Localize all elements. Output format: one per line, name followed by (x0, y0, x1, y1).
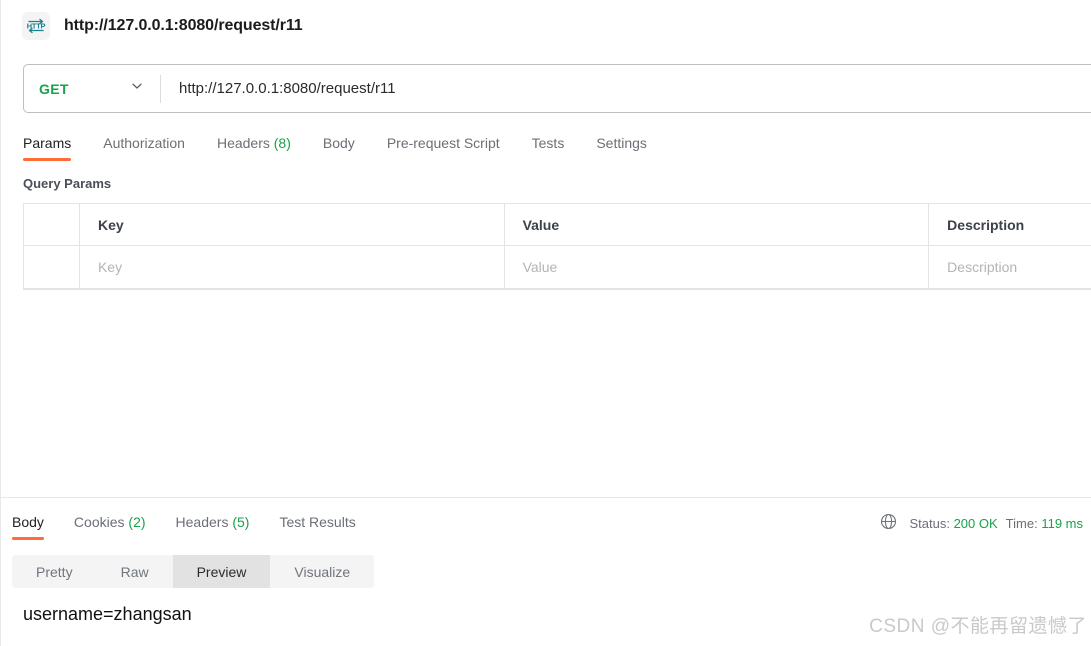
response-tab-test-results-label: Test Results (279, 514, 356, 530)
view-mode-preview[interactable]: Preview (172, 555, 271, 588)
tab-pre-request-script[interactable]: Pre-request Script (387, 129, 500, 161)
status-label: Status: (909, 515, 950, 531)
status-badge[interactable]: Status: 200 OK (909, 516, 997, 531)
response-tab-bar: Body Cookies (2) Headers (5) Test Result… (12, 510, 386, 540)
row-key-input[interactable]: Key (80, 246, 505, 288)
header-cell-value: Value (505, 204, 930, 245)
chevron-down-icon (130, 79, 144, 98)
row-description-input[interactable]: Description (929, 246, 1091, 288)
tab-settings[interactable]: Settings (596, 129, 647, 161)
tab-params[interactable]: Params (23, 129, 72, 161)
query-params-title: Query Params (23, 176, 112, 191)
http-badge-icon: HTTP (22, 12, 50, 40)
view-mode-visualize[interactable]: Visualize (270, 555, 374, 588)
view-mode-pretty[interactable]: Pretty (12, 555, 97, 588)
response-tab-cookies[interactable]: Cookies (2) (74, 510, 146, 540)
row-checkbox[interactable] (24, 246, 80, 288)
globe-icon[interactable] (880, 513, 897, 533)
table-header-row: Key Value Description (24, 204, 1091, 246)
status-value: 200 OK (953, 515, 998, 531)
method-label: GET (39, 80, 69, 97)
table-row[interactable]: Key Value Description (24, 246, 1091, 289)
header-cell-description: Description (947, 216, 1025, 233)
tab-params-label: Params (23, 135, 72, 151)
view-mode-switcher: Pretty Raw Preview Visualize (12, 555, 375, 588)
view-mode-raw[interactable]: Raw (97, 555, 173, 588)
time-value: 119 ms (1041, 515, 1083, 531)
method-selector[interactable]: GET (24, 65, 160, 112)
url-bar: GET http://127.0.0.1:8080/request/r11 (23, 64, 1091, 113)
postman-request-window: HTTP http://127.0.0.1:8080/request/r11 G… (0, 0, 1091, 646)
response-tab-test-results[interactable]: Test Results (279, 510, 355, 540)
response-tab-cookies-count: (2) (128, 514, 146, 530)
tab-headers[interactable]: Headers (8) (217, 129, 291, 161)
row-value-input[interactable]: Value (505, 246, 930, 288)
response-tab-cookies-label: Cookies (73, 514, 125, 530)
page-title: http://127.0.0.1:8080/request/r11 (64, 17, 303, 34)
tab-headers-count: (8) (273, 135, 291, 151)
response-tab-body[interactable]: Body (12, 510, 44, 540)
response-tab-headers-label: Headers (175, 514, 229, 530)
time-badge[interactable]: Time: 119 ms (1006, 516, 1083, 531)
tab-body[interactable]: Body (323, 129, 355, 161)
time-label: Time: (1005, 515, 1038, 531)
response-tab-body-label: Body (12, 514, 44, 530)
response-tab-headers[interactable]: Headers (5) (176, 510, 250, 540)
tab-body-label: Body (322, 135, 355, 151)
response-status-bar: Status: 200 OK Time: 119 ms (880, 513, 1083, 533)
tab-pre-request-script-label: Pre-request Script (386, 135, 500, 151)
url-input[interactable]: http://127.0.0.1:8080/request/r11 (161, 65, 1091, 112)
tab-tests-label: Tests (531, 135, 565, 151)
response-body-content: username=zhangsan (23, 604, 192, 624)
query-params-table: Key Value Description Key Value Descript… (23, 203, 1091, 290)
tab-settings-label: Settings (596, 135, 647, 151)
tab-tests[interactable]: Tests (532, 129, 565, 161)
tab-headers-label: Headers (216, 135, 270, 151)
titlebar: HTTP http://127.0.0.1:8080/request/r11 (1, 0, 1091, 52)
tab-authorization[interactable]: Authorization (103, 129, 185, 161)
header-cell-key: Key (80, 204, 505, 245)
tab-authorization-label: Authorization (103, 135, 185, 151)
response-divider (1, 497, 1091, 498)
svg-text:HTTP: HTTP (27, 22, 46, 31)
watermark: CSDN @不能再留遗憾了 (869, 616, 1087, 637)
response-tab-headers-count: (5) (232, 514, 250, 530)
header-cell-checkbox (24, 204, 80, 245)
request-tab-bar: Params Authorization Headers (8) Body Pr… (23, 129, 647, 161)
